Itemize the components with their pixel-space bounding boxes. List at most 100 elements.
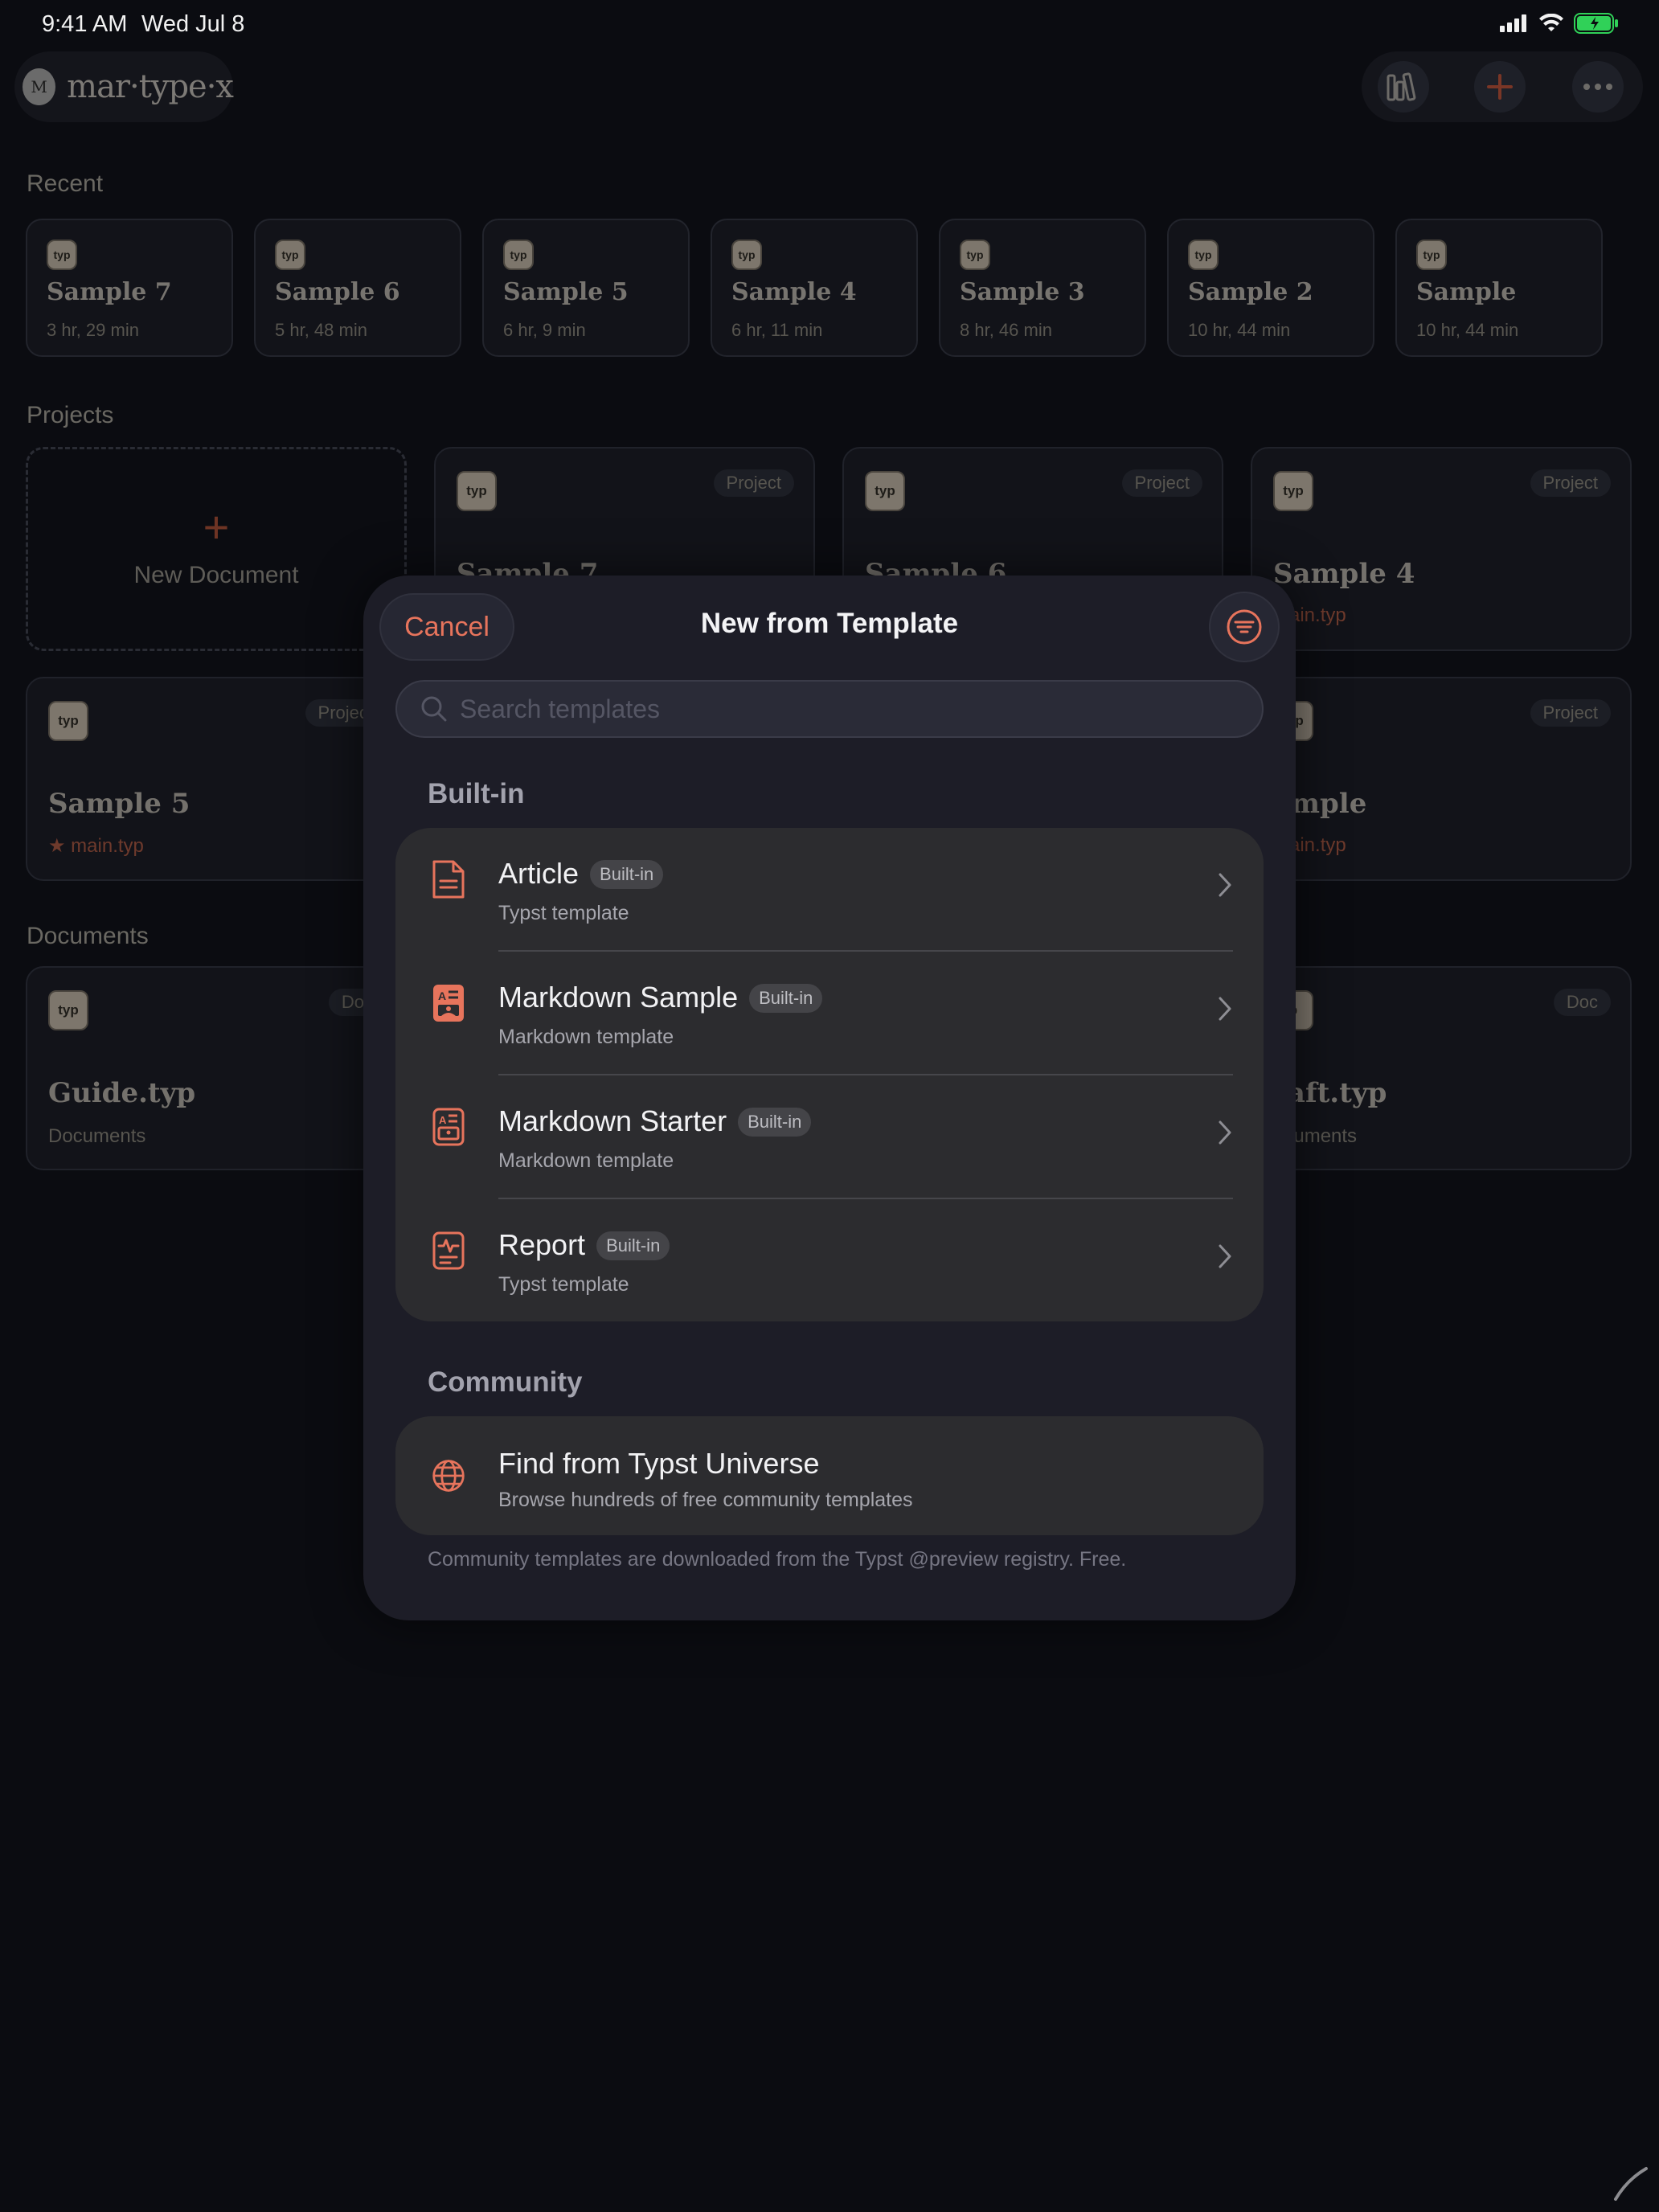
globe-icon xyxy=(432,1460,465,1492)
document-icon xyxy=(432,860,465,899)
community-subtitle: Browse hundreds of free community templa… xyxy=(498,1489,913,1511)
sheet-title: New from Template xyxy=(700,608,959,639)
kind-pill: Project xyxy=(1121,469,1202,497)
template-row-markdown-starter[interactable]: A Markdown Starter Built-in Markdown temp… xyxy=(395,1075,1264,1199)
recent-title: Sample 2 xyxy=(1188,278,1313,306)
typ-badge: typ xyxy=(1188,240,1219,270)
recent-time: 6 hr, 9 min xyxy=(503,320,586,340)
template-row-article[interactable]: Article Built-in Typst template xyxy=(395,828,1264,952)
toolbar xyxy=(1362,51,1643,122)
brand-name: mar·type·x xyxy=(67,68,234,105)
recent-card[interactable]: typ Sample 2 10 hr, 44 min xyxy=(1167,219,1374,357)
built-in-badge: Built-in xyxy=(738,1108,812,1137)
builtin-heading: Built-in xyxy=(428,778,525,809)
markdown-filled-icon: A xyxy=(433,985,464,1022)
documents-heading: Documents xyxy=(27,923,149,949)
library-button[interactable] xyxy=(1378,61,1429,113)
community-title: Find from Typst Universe xyxy=(498,1447,820,1480)
recent-title: Sample 3 xyxy=(960,278,1085,306)
kind-pill: Project xyxy=(713,469,794,497)
recent-card[interactable]: typ Sample 10 hr, 44 min xyxy=(1395,219,1603,357)
typ-badge: typ xyxy=(1416,240,1447,270)
document-title: Guide.typ xyxy=(48,1077,196,1109)
search-input[interactable] xyxy=(458,693,1262,725)
add-button[interactable] xyxy=(1474,61,1526,113)
search-bar[interactable] xyxy=(395,680,1264,738)
project-title: Sample 5 xyxy=(48,788,190,820)
project-card[interactable]: typ Project Sample 5 ★ main.typ xyxy=(26,677,407,881)
recent-time: 5 hr, 48 min xyxy=(275,320,367,340)
kind-pill: Doc xyxy=(1553,989,1611,1016)
status-time: 9:41 AM xyxy=(42,11,128,37)
markdown-outline-icon: A xyxy=(432,1108,465,1146)
new-document-label: New Document xyxy=(133,562,299,588)
plus-icon: + xyxy=(203,502,230,552)
built-in-badge: Built-in xyxy=(749,984,823,1013)
typ-badge: typ xyxy=(48,990,88,1030)
more-button[interactable] xyxy=(1572,61,1624,113)
brand-pill[interactable]: M mar·type·x xyxy=(14,51,234,122)
chevron-right-icon xyxy=(1219,873,1231,897)
library-icon xyxy=(1387,72,1416,101)
project-file: ★ main.typ xyxy=(48,835,144,857)
typ-badge: typ xyxy=(275,240,305,270)
kind-pill: Project xyxy=(1530,699,1611,727)
new-from-template-sheet: Cancel New from Template Built-in Articl… xyxy=(363,576,1296,1620)
projects-heading: Projects xyxy=(27,402,114,428)
status-date: Wed Jul 8 xyxy=(141,11,245,37)
template-row-report[interactable]: Report Built-in Typst template xyxy=(395,1199,1264,1323)
template-title: Report Built-in xyxy=(498,1228,670,1262)
typ-badge: typ xyxy=(960,240,990,270)
chevron-right-icon xyxy=(1219,997,1231,1021)
status-icons xyxy=(1500,13,1619,34)
chevron-right-icon xyxy=(1219,1244,1231,1268)
filter-icon xyxy=(1227,609,1262,645)
recent-card[interactable]: typ Sample 6 5 hr, 48 min xyxy=(254,219,461,357)
template-title: Markdown Starter Built-in xyxy=(498,1104,812,1138)
recent-time: 10 hr, 44 min xyxy=(1188,320,1291,340)
community-heading: Community xyxy=(428,1366,583,1398)
signal-icon xyxy=(1500,14,1526,32)
template-subtitle: Typst template xyxy=(498,902,629,924)
document-card[interactable]: typ Doc Guide.typ Documents xyxy=(26,966,407,1170)
template-title: Article Built-in xyxy=(498,857,664,891)
project-card[interactable]: typProjectamplemain.typ xyxy=(1251,677,1632,881)
plus-icon xyxy=(1487,74,1513,100)
recent-time: 10 hr, 44 min xyxy=(1416,320,1519,340)
template-subtitle: Markdown template xyxy=(498,1149,674,1172)
recent-card[interactable]: typ Sample 3 8 hr, 46 min xyxy=(939,219,1146,357)
recent-time: 3 hr, 29 min xyxy=(47,320,139,340)
template-row-markdown-sample[interactable]: A Markdown Sample Built-in Markdown templ… xyxy=(395,952,1264,1075)
built-in-badge: Built-in xyxy=(590,860,664,889)
report-icon xyxy=(432,1231,465,1270)
recent-title: Sample 6 xyxy=(275,278,400,306)
document-folder: Documents xyxy=(48,1125,146,1147)
recent-title: Sample 5 xyxy=(503,278,629,306)
typ-badge: typ xyxy=(731,240,762,270)
document-card[interactable]: pDocraft.typocuments xyxy=(1251,966,1632,1170)
recent-card[interactable]: typ Sample 4 6 hr, 11 min xyxy=(711,219,918,357)
project-card[interactable]: typ Project Sample 4 main.typ xyxy=(1251,447,1632,651)
status-bar: 9:41 AM Wed Jul 8 xyxy=(0,0,1659,51)
recent-title: Sample 7 xyxy=(47,278,172,306)
filter-button[interactable] xyxy=(1209,592,1280,662)
template-subtitle: Typst template xyxy=(498,1273,629,1296)
typ-badge: typ xyxy=(457,471,497,511)
svg-text:A: A xyxy=(438,989,446,1002)
recent-card[interactable]: typ Sample 7 3 hr, 29 min xyxy=(26,219,233,357)
recent-title: Sample 4 xyxy=(731,278,857,306)
recent-time: 8 hr, 46 min xyxy=(960,320,1052,340)
wifi-icon xyxy=(1539,14,1563,31)
project-title: Sample 4 xyxy=(1273,558,1415,590)
template-subtitle: Markdown template xyxy=(498,1026,674,1048)
avatar: M xyxy=(23,68,56,105)
find-typst-universe-row[interactable]: Find from Typst Universe Browse hundreds… xyxy=(395,1416,1264,1535)
community-footnote: Community templates are downloaded from … xyxy=(428,1548,1127,1571)
more-icon xyxy=(1583,84,1612,90)
new-document-card[interactable]: + New Document xyxy=(26,447,407,651)
pencil-hover-indicator xyxy=(1614,2167,1648,2201)
svg-text:A: A xyxy=(439,1114,447,1126)
recent-card[interactable]: typ Sample 5 6 hr, 9 min xyxy=(482,219,690,357)
community-list: Find from Typst Universe Browse hundreds… xyxy=(395,1416,1264,1535)
typ-badge: typ xyxy=(503,240,534,270)
